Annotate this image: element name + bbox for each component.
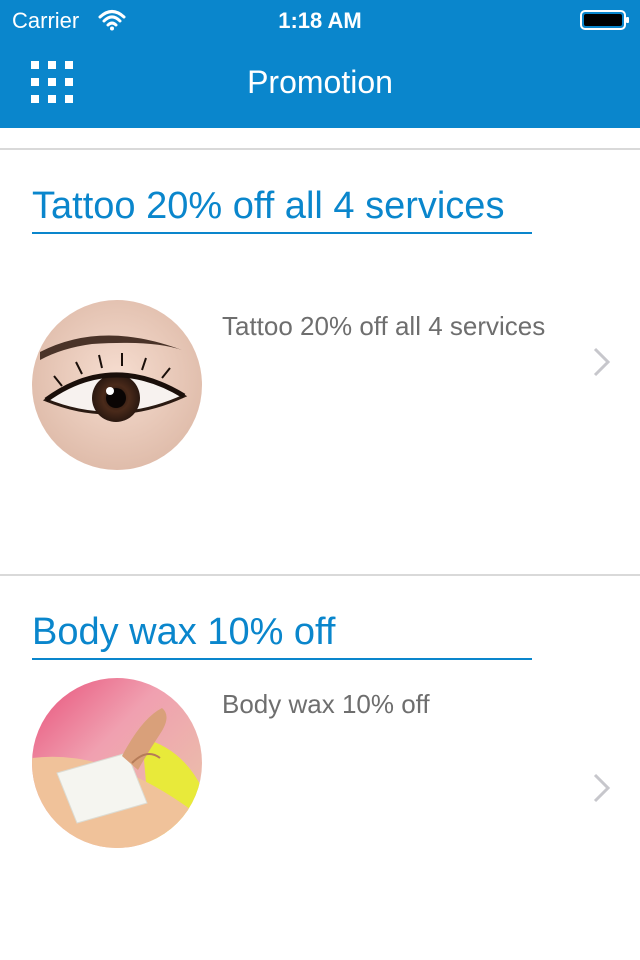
status-bar: Carrier 1:18 AM [0, 0, 640, 40]
status-time: 1:18 AM [278, 8, 362, 33]
promotion-description: Body wax 10% off [222, 689, 430, 719]
promotion-description: Tattoo 20% off all 4 services [222, 311, 546, 341]
promotion-list: Tattoo 20% off all 4 services Tattoo 20%… [0, 128, 640, 960]
navigation-bar: Promotion [0, 40, 640, 128]
promotion-item[interactable]: Body wax 10% off Body wax 10% off [0, 576, 640, 960]
promotion-title: Body wax 10% off [32, 608, 532, 660]
chevron-right-icon[interactable] [592, 772, 612, 804]
eye-photo [32, 300, 202, 470]
promotion-title: Tattoo 20% off all 4 services [32, 182, 532, 234]
top-bar: Carrier 1:18 AM Promotion [0, 0, 640, 128]
chevron-right-icon[interactable] [592, 346, 612, 378]
promotion-item[interactable]: Tattoo 20% off all 4 services Tattoo 20%… [0, 150, 640, 574]
body-wax-photo [32, 678, 202, 848]
battery-icon [580, 10, 629, 30]
page-title: Promotion [247, 64, 393, 100]
